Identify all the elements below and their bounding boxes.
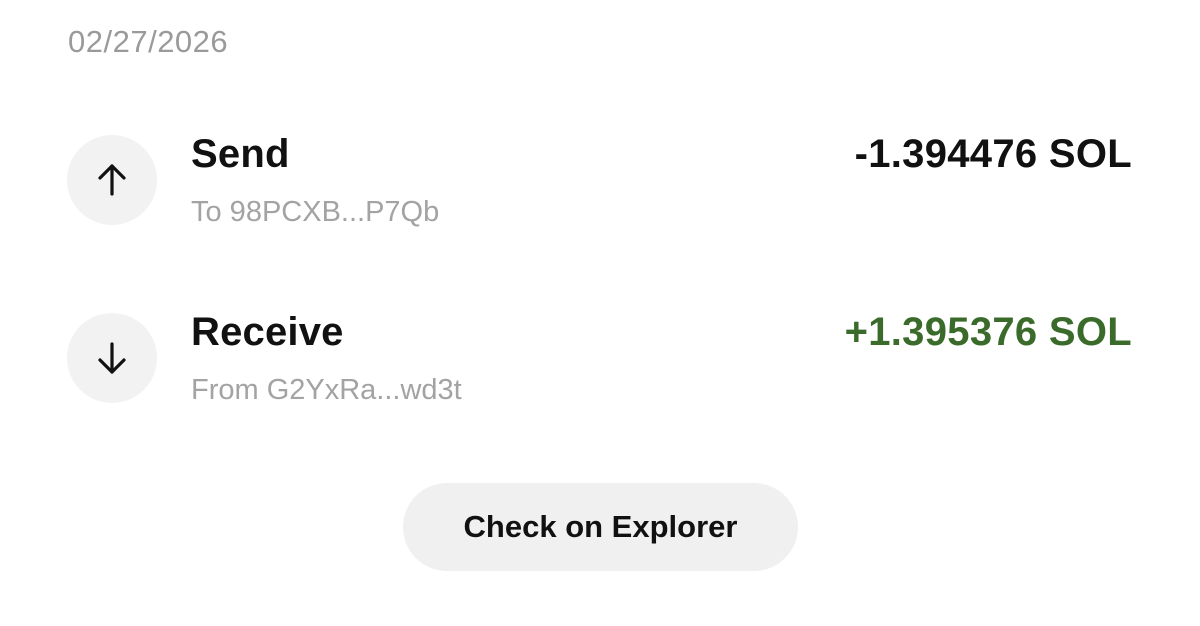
arrow-up-icon [98, 164, 126, 196]
transaction-row-receive[interactable]: Receive From G2YxRa...wd3t +1.395376 SOL [0, 310, 1200, 413]
receive-icon-circle [67, 313, 157, 403]
transaction-row-send[interactable]: Send To 98PCXB...P7Qb -1.394476 SOL [0, 132, 1200, 235]
transaction-counterparty: To 98PCXB...P7Qb [191, 196, 440, 228]
arrow-down-icon [98, 342, 126, 374]
transaction-type-label: Send [191, 132, 290, 176]
transaction-counterparty: From G2YxRa...wd3t [191, 374, 462, 406]
transaction-amount: -1.394476 SOL [854, 132, 1132, 176]
transaction-date: 02/27/2026 [68, 24, 229, 59]
transaction-type-label: Receive [191, 310, 344, 354]
send-icon-circle [67, 135, 157, 225]
transaction-amount: +1.395376 SOL [844, 310, 1132, 354]
check-on-explorer-button[interactable]: Check on Explorer [403, 483, 798, 571]
